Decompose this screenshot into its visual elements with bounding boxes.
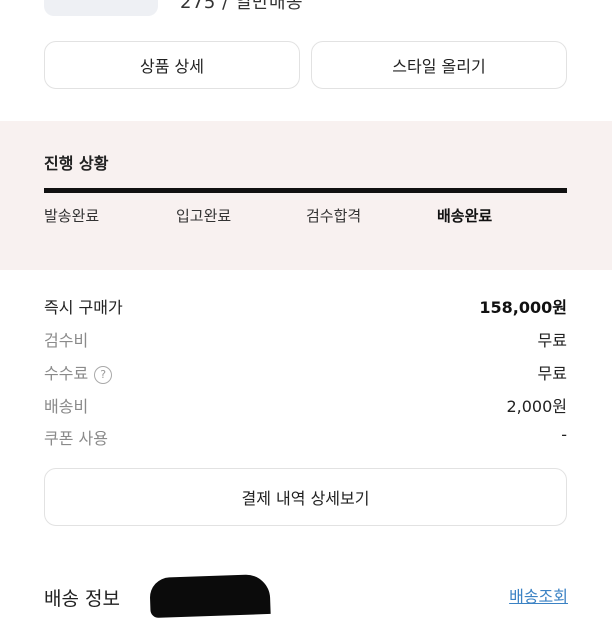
payment-detail-button[interactable]: 결제 내역 상세보기 <box>44 468 567 526</box>
upload-style-button[interactable]: 스타일 올리기 <box>311 41 567 89</box>
price-value: 158,000원 <box>479 298 567 317</box>
price-row: 즉시 구매가 158,000원 <box>44 294 567 318</box>
product-thumbnail[interactable] <box>44 0 158 16</box>
inspection-fee-row: 검수비 무료 <box>44 327 567 351</box>
order-header: 275 / 일반배송 상품 상세 스타일 올리기 <box>0 0 612 118</box>
shipping-fee-value: 2,000원 <box>506 397 567 416</box>
tracking-link[interactable]: 배송조회 <box>509 583 568 607</box>
step-delivered: 배송완료 <box>437 207 493 225</box>
progress-section: 진행 상황 발송완료 입고완료 검수합격 배송완료 <box>0 121 612 270</box>
price-label: 즉시 구매가 <box>44 298 123 317</box>
shipping-fee-row: 배송비 2,000원 <box>44 393 567 417</box>
question-circle-icon[interactable]: ? <box>94 365 113 384</box>
commission-value: 무료 <box>537 364 567 383</box>
step-shipped: 발송완료 <box>44 207 100 225</box>
inspection-fee-label: 검수비 <box>44 331 89 350</box>
coupon-label: 쿠폰 사용 <box>44 429 108 448</box>
coupon-value: - <box>561 425 567 444</box>
inspection-fee-value: 무료 <box>537 331 567 350</box>
shipping-info-title: 배송 정보 <box>44 588 120 610</box>
redacted-shipping-info <box>149 573 271 618</box>
progress-bar <box>44 188 567 193</box>
size-shipping-type: 275 / 일반배송 <box>180 0 304 13</box>
commission-row: 수수료? 무료 <box>44 360 567 384</box>
shipping-fee-label: 배송비 <box>44 397 89 416</box>
coupon-row: 쿠폰 사용 - <box>44 425 567 449</box>
commission-label-wrap: 수수료? <box>44 360 113 384</box>
progress-title: 진행 상황 <box>44 154 109 173</box>
step-inspection-passed: 검수합격 <box>306 207 362 225</box>
commission-label: 수수료 <box>44 364 89 383</box>
product-detail-button[interactable]: 상품 상세 <box>44 41 300 89</box>
step-received: 입고완료 <box>176 207 232 225</box>
